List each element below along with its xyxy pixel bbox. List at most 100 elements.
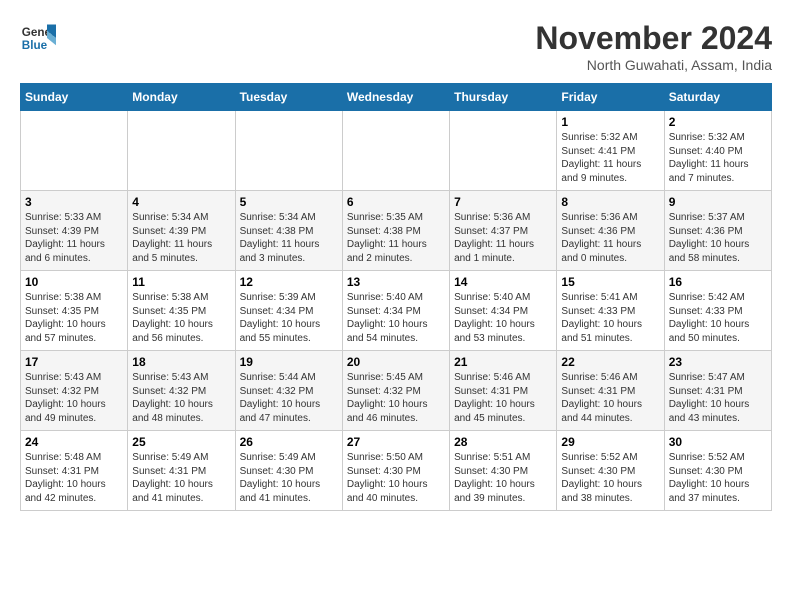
day-number: 28 — [454, 435, 552, 449]
day-content: Sunrise: 5:45 AMSunset: 4:32 PMDaylight:… — [347, 371, 445, 425]
calendar-cell: 10 Sunrise: 5:38 AMSunset: 4:35 PMDayligh… — [21, 271, 128, 351]
day-number: 24 — [25, 435, 123, 449]
calendar-cell: 7 Sunrise: 5:36 AMSunset: 4:37 PMDaylight… — [450, 191, 557, 271]
day-number: 11 — [132, 275, 230, 289]
day-number: 23 — [669, 355, 767, 369]
day-content: Sunrise: 5:46 AMSunset: 4:31 PMDaylight:… — [561, 371, 659, 425]
day-number: 7 — [454, 195, 552, 209]
day-number: 15 — [561, 275, 659, 289]
day-content: Sunrise: 5:47 AMSunset: 4:31 PMDaylight:… — [669, 371, 767, 425]
day-content: Sunrise: 5:46 AMSunset: 4:31 PMDaylight:… — [454, 371, 552, 425]
title-block: November 2024 North Guwahati, Assam, Ind… — [535, 20, 772, 73]
day-content: Sunrise: 5:43 AMSunset: 4:32 PMDaylight:… — [25, 371, 123, 425]
day-content: Sunrise: 5:36 AMSunset: 4:36 PMDaylight:… — [561, 211, 659, 265]
weekday-header-row: SundayMondayTuesdayWednesdayThursdayFrid… — [21, 84, 772, 111]
month-title: November 2024 — [535, 20, 772, 57]
calendar-week-row: 1 Sunrise: 5:32 AMSunset: 4:41 PMDaylight… — [21, 111, 772, 191]
calendar-cell: 9 Sunrise: 5:37 AMSunset: 4:36 PMDaylight… — [664, 191, 771, 271]
calendar-cell — [21, 111, 128, 191]
day-content: Sunrise: 5:40 AMSunset: 4:34 PMDaylight:… — [454, 291, 552, 345]
day-content: Sunrise: 5:52 AMSunset: 4:30 PMDaylight:… — [561, 451, 659, 505]
weekday-header: Saturday — [664, 84, 771, 111]
calendar-cell — [450, 111, 557, 191]
weekday-header: Monday — [128, 84, 235, 111]
calendar-cell: 13 Sunrise: 5:40 AMSunset: 4:34 PMDayligh… — [342, 271, 449, 351]
day-number: 13 — [347, 275, 445, 289]
day-number: 9 — [669, 195, 767, 209]
day-content: Sunrise: 5:32 AMSunset: 4:41 PMDaylight:… — [561, 131, 659, 185]
day-number: 26 — [240, 435, 338, 449]
day-content: Sunrise: 5:49 AMSunset: 4:30 PMDaylight:… — [240, 451, 338, 505]
day-number: 16 — [669, 275, 767, 289]
calendar-cell: 1 Sunrise: 5:32 AMSunset: 4:41 PMDaylight… — [557, 111, 664, 191]
calendar-cell: 21Sunrise: 5:46 AMSunset: 4:31 PMDayligh… — [450, 351, 557, 431]
day-content: Sunrise: 5:41 AMSunset: 4:33 PMDaylight:… — [561, 291, 659, 345]
calendar-cell: 24 Sunrise: 5:48 AMSunset: 4:31 PMDayligh… — [21, 431, 128, 511]
calendar-table: SundayMondayTuesdayWednesdayThursdayFrid… — [20, 83, 772, 511]
calendar-cell: 11 Sunrise: 5:38 AMSunset: 4:35 PMDayligh… — [128, 271, 235, 351]
day-number: 4 — [132, 195, 230, 209]
day-number: 8 — [561, 195, 659, 209]
day-number: 22 — [561, 355, 659, 369]
calendar-cell: 19 Sunrise: 5:44 AMSunset: 4:32 PMDayligh… — [235, 351, 342, 431]
calendar-cell: 18 Sunrise: 5:43 AMSunset: 4:32 PMDayligh… — [128, 351, 235, 431]
weekday-header: Wednesday — [342, 84, 449, 111]
page-header: General Blue November 2024 North Guwahat… — [20, 20, 772, 73]
day-number: 20 — [347, 355, 445, 369]
calendar-cell: 28Sunrise: 5:51 AMSunset: 4:30 PMDayligh… — [450, 431, 557, 511]
calendar-cell: 14Sunrise: 5:40 AMSunset: 4:34 PMDayligh… — [450, 271, 557, 351]
day-content: Sunrise: 5:34 AMSunset: 4:38 PMDaylight:… — [240, 211, 338, 265]
logo-icon: General Blue — [20, 20, 56, 56]
calendar-cell — [235, 111, 342, 191]
calendar-cell: 6 Sunrise: 5:35 AMSunset: 4:38 PMDaylight… — [342, 191, 449, 271]
calendar-cell: 4 Sunrise: 5:34 AMSunset: 4:39 PMDaylight… — [128, 191, 235, 271]
calendar-cell: 2Sunrise: 5:32 AMSunset: 4:40 PMDaylight… — [664, 111, 771, 191]
day-content: Sunrise: 5:38 AMSunset: 4:35 PMDaylight:… — [132, 291, 230, 345]
calendar-cell: 22 Sunrise: 5:46 AMSunset: 4:31 PMDayligh… — [557, 351, 664, 431]
day-number: 6 — [347, 195, 445, 209]
day-content: Sunrise: 5:37 AMSunset: 4:36 PMDaylight:… — [669, 211, 767, 265]
day-number: 10 — [25, 275, 123, 289]
day-number: 19 — [240, 355, 338, 369]
day-number: 29 — [561, 435, 659, 449]
calendar-cell: 8 Sunrise: 5:36 AMSunset: 4:36 PMDaylight… — [557, 191, 664, 271]
day-content: Sunrise: 5:42 AMSunset: 4:33 PMDaylight:… — [669, 291, 767, 345]
calendar-week-row: 17 Sunrise: 5:43 AMSunset: 4:32 PMDayligh… — [21, 351, 772, 431]
day-content: Sunrise: 5:49 AMSunset: 4:31 PMDaylight:… — [132, 451, 230, 505]
calendar-cell: 27Sunrise: 5:50 AMSunset: 4:30 PMDayligh… — [342, 431, 449, 511]
day-content: Sunrise: 5:39 AMSunset: 4:34 PMDaylight:… — [240, 291, 338, 345]
weekday-header: Thursday — [450, 84, 557, 111]
day-content: Sunrise: 5:52 AMSunset: 4:30 PMDaylight:… — [669, 451, 767, 505]
calendar-week-row: 3Sunrise: 5:33 AMSunset: 4:39 PMDaylight… — [21, 191, 772, 271]
logo: General Blue — [20, 20, 62, 56]
weekday-header: Tuesday — [235, 84, 342, 111]
day-number: 25 — [132, 435, 230, 449]
day-number: 12 — [240, 275, 338, 289]
calendar-cell: 5Sunrise: 5:34 AMSunset: 4:38 PMDaylight… — [235, 191, 342, 271]
calendar-cell: 15 Sunrise: 5:41 AMSunset: 4:33 PMDayligh… — [557, 271, 664, 351]
calendar-cell: 30 Sunrise: 5:52 AMSunset: 4:30 PMDayligh… — [664, 431, 771, 511]
day-number: 17 — [25, 355, 123, 369]
day-content: Sunrise: 5:35 AMSunset: 4:38 PMDaylight:… — [347, 211, 445, 265]
calendar-cell — [128, 111, 235, 191]
day-content: Sunrise: 5:38 AMSunset: 4:35 PMDaylight:… — [25, 291, 123, 345]
calendar-cell: 16 Sunrise: 5:42 AMSunset: 4:33 PMDayligh… — [664, 271, 771, 351]
day-content: Sunrise: 5:44 AMSunset: 4:32 PMDaylight:… — [240, 371, 338, 425]
calendar-cell: 12 Sunrise: 5:39 AMSunset: 4:34 PMDayligh… — [235, 271, 342, 351]
calendar-week-row: 24 Sunrise: 5:48 AMSunset: 4:31 PMDayligh… — [21, 431, 772, 511]
day-number: 18 — [132, 355, 230, 369]
day-content: Sunrise: 5:34 AMSunset: 4:39 PMDaylight:… — [132, 211, 230, 265]
day-number: 30 — [669, 435, 767, 449]
calendar-cell — [342, 111, 449, 191]
day-number: 2 — [669, 115, 767, 129]
svg-text:Blue: Blue — [22, 39, 48, 52]
day-content: Sunrise: 5:48 AMSunset: 4:31 PMDaylight:… — [25, 451, 123, 505]
day-content: Sunrise: 5:36 AMSunset: 4:37 PMDaylight:… — [454, 211, 552, 265]
location-subtitle: North Guwahati, Assam, India — [535, 57, 772, 73]
calendar-week-row: 10 Sunrise: 5:38 AMSunset: 4:35 PMDayligh… — [21, 271, 772, 351]
calendar-cell: 3Sunrise: 5:33 AMSunset: 4:39 PMDaylight… — [21, 191, 128, 271]
day-number: 1 — [561, 115, 659, 129]
calendar-cell: 23 Sunrise: 5:47 AMSunset: 4:31 PMDayligh… — [664, 351, 771, 431]
day-content: Sunrise: 5:43 AMSunset: 4:32 PMDaylight:… — [132, 371, 230, 425]
day-content: Sunrise: 5:40 AMSunset: 4:34 PMDaylight:… — [347, 291, 445, 345]
